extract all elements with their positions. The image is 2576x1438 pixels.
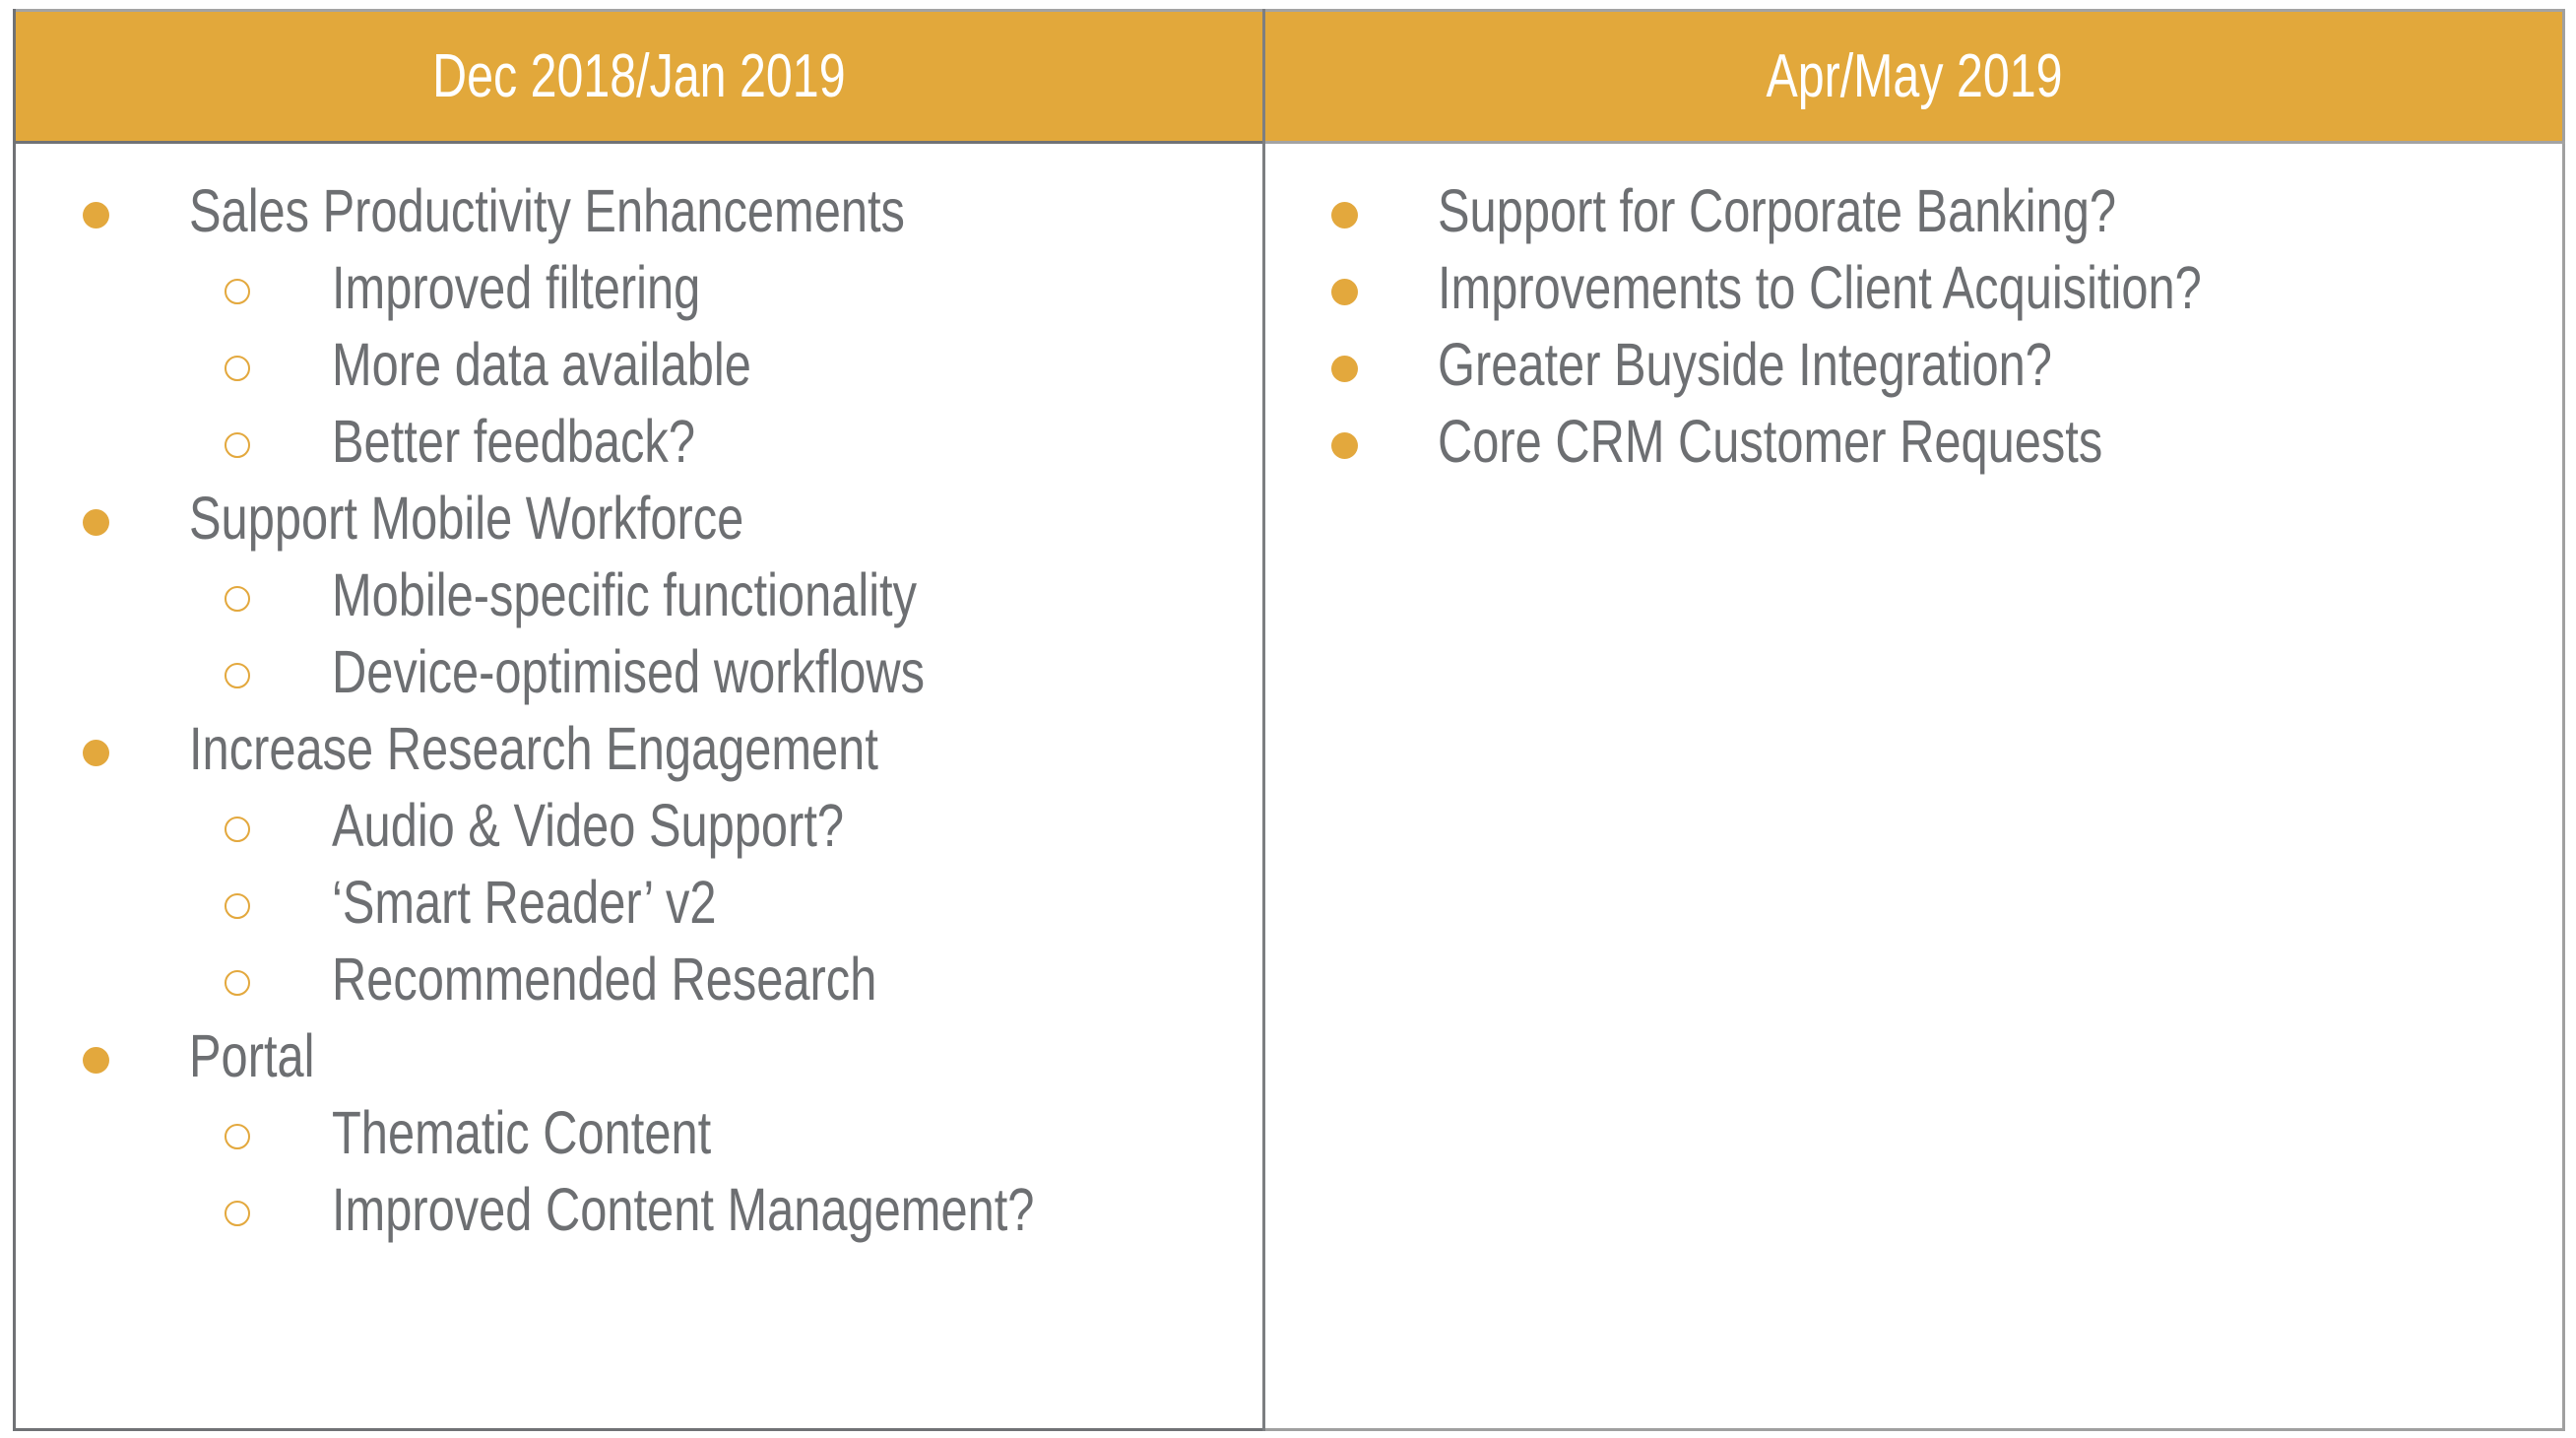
header-cell-dec-jan: Dec 2018/Jan 2019 — [16, 12, 1262, 141]
hollow-circle-icon — [224, 1123, 250, 1149]
list-item: Support Mobile Workforce — [16, 484, 1262, 560]
sub-list-item: ‘Smart Reader’ v2 — [16, 868, 1262, 945]
hollow-circle-icon — [224, 969, 250, 996]
sub-list-item: Device-optimised workflows — [16, 637, 1262, 714]
hollow-circle-icon — [224, 355, 250, 381]
filled-circle-icon — [82, 739, 109, 766]
filled-circle-icon — [1330, 355, 1358, 382]
sub-list-item: Mobile-specific functionality — [16, 560, 1262, 637]
sub-list-item: Audio & Video Support? — [16, 791, 1262, 868]
list-item: Sales Productivity Enhancements — [16, 176, 1262, 253]
sub-list-item: More data available — [16, 330, 1262, 407]
list-item-text: Better feedback? — [332, 408, 695, 475]
filled-circle-icon — [1330, 201, 1358, 229]
filled-circle-icon — [1330, 431, 1358, 459]
filled-circle-icon — [1330, 278, 1358, 305]
list-item-text: Core CRM Customer Requests — [1438, 408, 2103, 475]
hollow-circle-icon — [224, 892, 250, 919]
sub-list-item: Thematic Content — [16, 1098, 1262, 1175]
header-divider-left — [13, 141, 1265, 144]
hollow-circle-icon — [224, 585, 250, 612]
hollow-circle-icon — [224, 662, 250, 688]
list-item-text: Mobile-specific functionality — [332, 561, 917, 628]
header-divider-right — [1263, 141, 2565, 144]
filled-circle-icon — [82, 201, 109, 229]
sub-list-item: Recommended Research — [16, 945, 1262, 1021]
sub-list-item: Improved filtering — [16, 253, 1262, 330]
list-item-text: Support for Corporate Banking? — [1438, 177, 2117, 244]
list-item: Improvements to Client Acquisition? — [1265, 253, 2562, 330]
filled-circle-icon — [82, 508, 109, 536]
table-border-right — [2562, 9, 2565, 1431]
list-item-text: Sales Productivity Enhancements — [189, 177, 905, 244]
list-item: Increase Research Engagement — [16, 714, 1262, 791]
hollow-circle-icon — [224, 431, 250, 458]
list-item: Support for Corporate Banking? — [1265, 176, 2562, 253]
list-item-text: Portal — [189, 1022, 315, 1089]
roadmap-table: Dec 2018/Jan 2019 Apr/May 2019 Sales Pro… — [13, 9, 2565, 1431]
list-item-text: Recommended Research — [332, 946, 877, 1013]
list-item-text: Improved Content Management? — [332, 1176, 1035, 1243]
list-item-text: Greater Buyside Integration? — [1438, 331, 2052, 398]
list-item-text: Thematic Content — [332, 1099, 712, 1166]
header-cell-apr-may: Apr/May 2019 — [1265, 12, 2562, 141]
hollow-circle-icon — [224, 816, 250, 842]
list-item: Greater Buyside Integration? — [1265, 330, 2562, 407]
list-item-text: Improvements to Client Acquisition? — [1438, 254, 2202, 321]
list-item-text: More data available — [332, 331, 751, 398]
list-item-text: Audio & Video Support? — [332, 792, 845, 859]
table-border-bottom-right — [1263, 1428, 2565, 1431]
hollow-circle-icon — [224, 1200, 250, 1226]
sub-list-item: Improved Content Management? — [16, 1175, 1262, 1252]
filled-circle-icon — [82, 1046, 109, 1074]
hollow-circle-icon — [224, 278, 250, 304]
list-item-text: Improved filtering — [332, 254, 701, 321]
list-item-text: Device-optimised workflows — [332, 638, 926, 705]
list-item-text: Support Mobile Workforce — [189, 485, 744, 552]
column-header-title: Apr/May 2019 — [1765, 41, 2063, 110]
column-header-title: Dec 2018/Jan 2019 — [432, 41, 846, 110]
list-item: Core CRM Customer Requests — [1265, 407, 2562, 484]
sub-list-item: Better feedback? — [16, 407, 1262, 484]
list-item: Portal — [16, 1021, 1262, 1098]
list-item-text: ‘Smart Reader’ v2 — [332, 869, 717, 936]
list-item-text: Increase Research Engagement — [189, 715, 878, 782]
table-border-bottom-left — [13, 1428, 1265, 1431]
